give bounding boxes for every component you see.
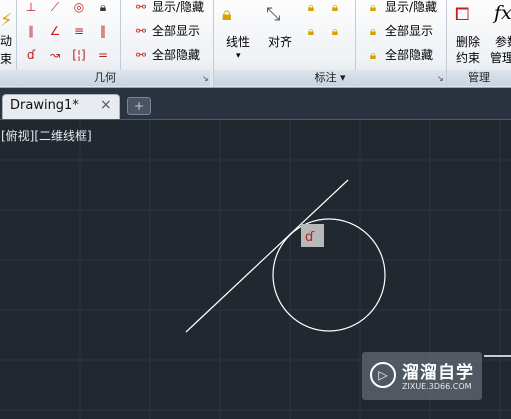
dimension-panel-title[interactable]: 标注 ▾ — [214, 70, 446, 86]
geometry-panel-title[interactable]: 几何 — [0, 70, 210, 86]
collinear-icon[interactable]: ⟋ — [46, 0, 64, 16]
hide-all-icon[interactable]: ⚯ — [132, 46, 150, 64]
coincident-icon[interactable]: ⊥ — [22, 0, 40, 16]
symmetric-icon[interactable]: [¦] — [70, 46, 88, 64]
manage-panel-title[interactable]: 管理 — [447, 70, 511, 86]
linear-dimension-icon[interactable]: 🔒︎ — [222, 4, 232, 25]
ribbon: ⚡ 动 束 ⊥ ⟋ ◎ 🔒︎ ∥ ∠ ≡ ‖ ɗ ↝ [¦] = ⚯ 显示/隐藏… — [0, 0, 511, 88]
diameter-lock-icon[interactable]: 🔒︎ — [302, 22, 320, 40]
delete-constraints-icon[interactable]: ⧠ — [455, 4, 469, 25]
watermark-url: ZIXUE.3D66.COM — [402, 382, 472, 391]
parameters-label-2[interactable]: 管理 — [490, 50, 511, 66]
auto-constrain-label-2: 束 — [0, 52, 13, 66]
geometry-panel-expander[interactable]: ↘ — [202, 74, 209, 83]
tangent-marker-icon: ɗ — [305, 230, 315, 245]
dim-hide-all-icon[interactable]: 🔒︎ — [364, 46, 382, 64]
perpendicular-icon[interactable]: ∠ — [46, 22, 64, 40]
dim-show-all-icon[interactable]: 🔒︎ — [364, 22, 382, 40]
parallel-icon[interactable]: ∥ — [22, 22, 40, 40]
linear-dropdown-arrow[interactable]: ▾ — [236, 48, 241, 64]
delete-constraints-label-2[interactable]: 约束 — [456, 50, 480, 66]
horizontal-icon[interactable]: ≡ — [70, 22, 88, 40]
watermark: ▷ 溜溜自学 ZIXUE.3D66.COM — [362, 352, 482, 400]
dimension-panel-expander[interactable]: ↘ — [437, 74, 444, 83]
aligned-dimension-icon[interactable]: ⤡ — [266, 4, 280, 25]
dimension-show-all-button[interactable]: 全部显示 — [385, 23, 433, 39]
dim-show-hide-icon[interactable]: 🔒︎ — [364, 0, 382, 16]
smooth-icon[interactable]: ↝ — [46, 46, 64, 64]
aligned-dimension-button[interactable]: 对齐 — [268, 34, 292, 50]
viewport-label[interactable]: [俯视][二维线框] — [1, 127, 92, 144]
tangent-line[interactable] — [185, 179, 349, 333]
concentric-icon[interactable]: ◎ — [70, 0, 88, 16]
document-tab-bar: Drawing1* × + — [0, 88, 511, 120]
new-tab-button[interactable]: + — [127, 97, 151, 115]
lightning-icon[interactable]: ⚡ — [0, 10, 13, 31]
watermark-title: 溜溜自学 — [402, 363, 474, 383]
geometry-show-all-button[interactable]: 全部显示 — [152, 23, 200, 39]
delete-constraints-label-1[interactable]: 删除 — [456, 34, 480, 50]
tangent-icon[interactable]: ɗ — [22, 46, 40, 64]
auto-constrain-label-1: 动 — [0, 34, 13, 48]
equal-icon[interactable]: = — [94, 46, 112, 64]
show-all-icon[interactable]: ⚯ — [132, 22, 150, 40]
parameters-label-1[interactable]: 参数 — [495, 34, 511, 50]
geometry-show-hide-button[interactable]: 显示/隐藏 — [152, 0, 204, 15]
fix-lock-icon[interactable]: 🔒︎ — [94, 0, 112, 16]
play-logo-icon: ▷ — [370, 362, 396, 388]
show-hide-icon[interactable]: ⚯ — [132, 0, 150, 16]
vertical-icon[interactable]: ‖ — [94, 22, 112, 40]
parameters-manager-icon[interactable]: fx — [494, 2, 511, 24]
angular-lock-icon[interactable]: 🔒︎ — [302, 0, 320, 16]
dimension-hide-all-button[interactable]: 全部隐藏 — [385, 47, 433, 63]
tab-drawing1-label: Drawing1* — [10, 98, 79, 113]
geometry-hide-all-button[interactable]: 全部隐藏 — [152, 47, 200, 63]
close-icon[interactable]: × — [100, 97, 112, 113]
convert-lock-icon[interactable]: 🔒︎ — [326, 22, 344, 40]
dimension-show-hide-button[interactable]: 显示/隐藏 — [385, 0, 437, 15]
tab-drawing1[interactable]: Drawing1* × — [2, 94, 120, 119]
radius-lock-icon[interactable]: 🔒︎ — [326, 0, 344, 16]
